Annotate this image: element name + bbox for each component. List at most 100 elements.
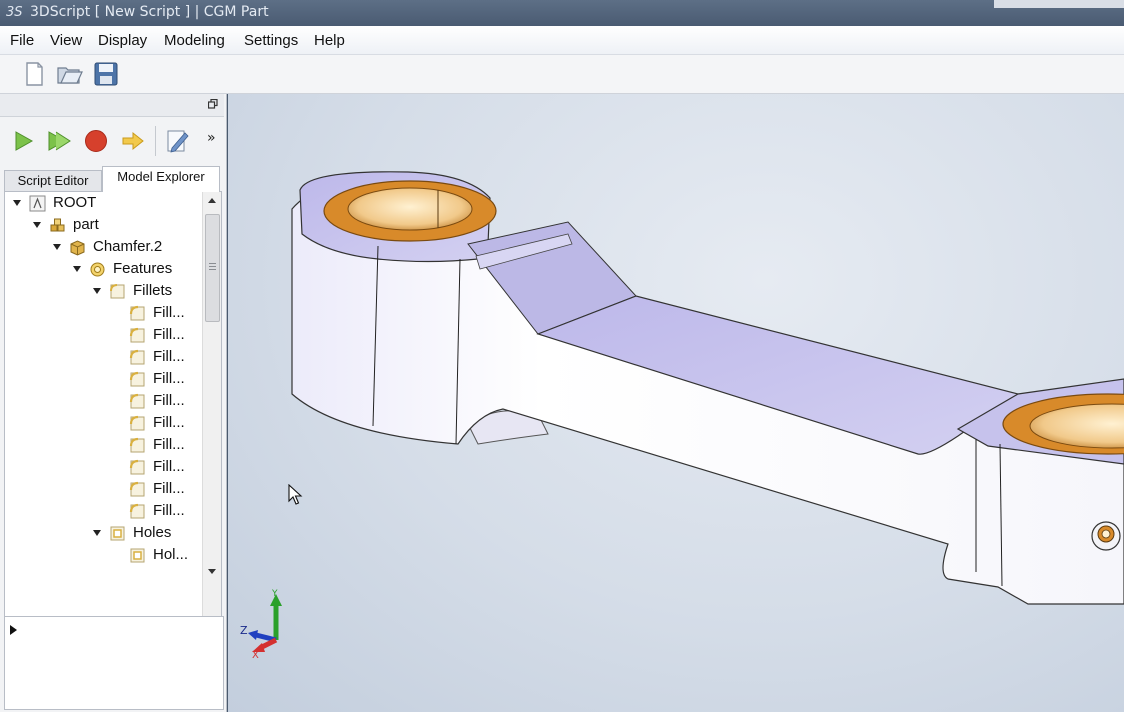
console-prompt-icon [10, 625, 17, 635]
folder-icon [110, 284, 125, 299]
expand-toggle-icon[interactable] [93, 530, 101, 536]
more-tools-chevron-icon[interactable]: » [207, 130, 216, 146]
expand-toggle-icon[interactable] [73, 266, 81, 272]
open-folder-icon[interactable] [55, 60, 83, 88]
menu-view[interactable]: View [50, 32, 82, 49]
menu-bar: File View Display Modeling Settings Help [0, 26, 1124, 55]
folder-icon [110, 526, 125, 541]
scroll-up-icon[interactable] [208, 198, 216, 203]
run-icon[interactable] [10, 128, 36, 154]
tree-node-fillet[interactable]: Fill... [113, 478, 203, 500]
tree-node-fillet[interactable]: Fill... [113, 368, 203, 390]
axis-x-label: X [252, 650, 259, 660]
script-console[interactable] [4, 616, 224, 710]
tree-node-label: Fill... [153, 304, 185, 321]
scroll-down-icon[interactable] [208, 569, 216, 574]
tree-node-label: Fillets [133, 282, 173, 299]
3d-viewport[interactable]: Y Z X [228, 94, 1124, 712]
fillet-icon [129, 305, 145, 321]
save-disk-icon[interactable] [92, 60, 120, 88]
window-title: 3DScript [ New Script ] | CGM Part [30, 4, 269, 20]
fillet-icon [129, 459, 145, 475]
menu-help[interactable]: Help [314, 32, 345, 49]
menu-display[interactable]: Display [98, 32, 147, 49]
title-bar: 3S 3DScript [ New Script ] | CGM Part [0, 0, 1124, 26]
fillet-icon [129, 349, 145, 365]
tree-node-label: Holes [133, 524, 172, 541]
toolbar-separator [155, 126, 156, 156]
restore-icon[interactable] [208, 99, 218, 109]
window-controls[interactable] [994, 0, 1124, 8]
panel-header [0, 94, 224, 117]
fillet-icon [129, 437, 145, 453]
hole-icon [130, 548, 145, 563]
expand-toggle-icon[interactable] [53, 244, 61, 250]
tree-node-label: Fill... [153, 348, 185, 365]
tree-node-label: Fill... [153, 502, 185, 519]
tree-node-label: Chamfer.2 [93, 238, 163, 255]
menu-file[interactable]: File [10, 32, 34, 49]
tree-node-fillet[interactable]: Fill... [113, 302, 203, 324]
edit-script-icon[interactable] [164, 128, 190, 154]
tree-node-label: Fill... [153, 414, 185, 431]
step-arrow-icon[interactable] [120, 128, 146, 154]
menu-modeling[interactable]: Modeling [164, 32, 225, 49]
small-end-bore [347, 187, 473, 231]
expand-toggle-icon[interactable] [33, 222, 41, 228]
main-toolbar [0, 55, 1124, 94]
fillet-icon [129, 371, 145, 387]
thumb-grip-icon [209, 269, 216, 270]
tab-script-editor[interactable]: Script Editor [4, 170, 102, 191]
tree-node-label: Fill... [153, 436, 185, 453]
tree-node-chamfer[interactable]: Chamfer.2 [53, 236, 203, 258]
tree-node-fillet[interactable]: Fill... [113, 434, 203, 456]
script-run-toolbar: » [0, 118, 224, 164]
tree-node-label: Fill... [153, 370, 185, 387]
tree-node-fillets[interactable]: Fillets [93, 280, 203, 302]
scroll-thumb[interactable] [205, 214, 220, 322]
connecting-rod-model[interactable] [228, 94, 1124, 712]
tab-model-explorer[interactable]: Model Explorer [102, 166, 220, 192]
panel-tabs: Script Editor Model Explorer [4, 166, 222, 192]
tree-node-label: part [73, 216, 99, 233]
tree-node-fillet[interactable]: Fill... [113, 346, 203, 368]
tree-scrollbar[interactable] [202, 192, 221, 670]
mouse-cursor-icon [288, 484, 303, 505]
tree-node-fillet[interactable]: Fill... [113, 500, 203, 522]
tree-node-part[interactable]: part [33, 214, 203, 236]
stop-record-icon[interactable] [83, 128, 109, 154]
tree-node-label: Features [113, 260, 173, 277]
thumb-grip-icon [209, 266, 216, 267]
body-icon [70, 240, 85, 256]
tree-node-hole[interactable]: Hol... [113, 544, 203, 566]
root-icon [29, 195, 46, 212]
features-icon [90, 262, 105, 277]
axis-triad-icon: Y Z X [240, 589, 282, 660]
tree-node-features[interactable]: Features [73, 258, 203, 280]
tree-node-fillet[interactable]: Fill... [113, 324, 203, 346]
tree-node-fillet[interactable]: Fill... [113, 412, 203, 434]
tree-node-root[interactable]: ROOT [13, 192, 203, 214]
fillet-icon [129, 415, 145, 431]
app-logo-icon: 3S [6, 5, 23, 20]
tree-node-label: Hol... [153, 546, 189, 563]
tree-node-fillet[interactable]: Fill... [113, 456, 203, 478]
axis-z-label: Z [240, 624, 248, 637]
tree-node-label: Fill... [153, 480, 185, 497]
thumb-grip-icon [209, 263, 216, 264]
menu-settings[interactable]: Settings [244, 32, 298, 49]
fillet-icon [129, 503, 145, 519]
tree-node-label: ROOT [53, 194, 97, 211]
expand-toggle-icon[interactable] [93, 288, 101, 294]
expand-toggle-icon[interactable] [13, 200, 21, 206]
fillet-icon [129, 393, 145, 409]
tree-node-label: Fill... [153, 392, 185, 409]
part-icon [50, 218, 65, 232]
tree-node-label: Fill... [153, 326, 185, 343]
model-tree: ROOT part Chamfer.2 Features Fillets Fil… [4, 191, 222, 671]
tree-node-fillet[interactable]: Fill... [113, 390, 203, 412]
axis-y-label: Y [271, 589, 278, 599]
tree-node-holes[interactable]: Holes [93, 522, 203, 544]
new-document-icon[interactable] [20, 60, 48, 88]
run-step-icon[interactable] [46, 128, 72, 154]
